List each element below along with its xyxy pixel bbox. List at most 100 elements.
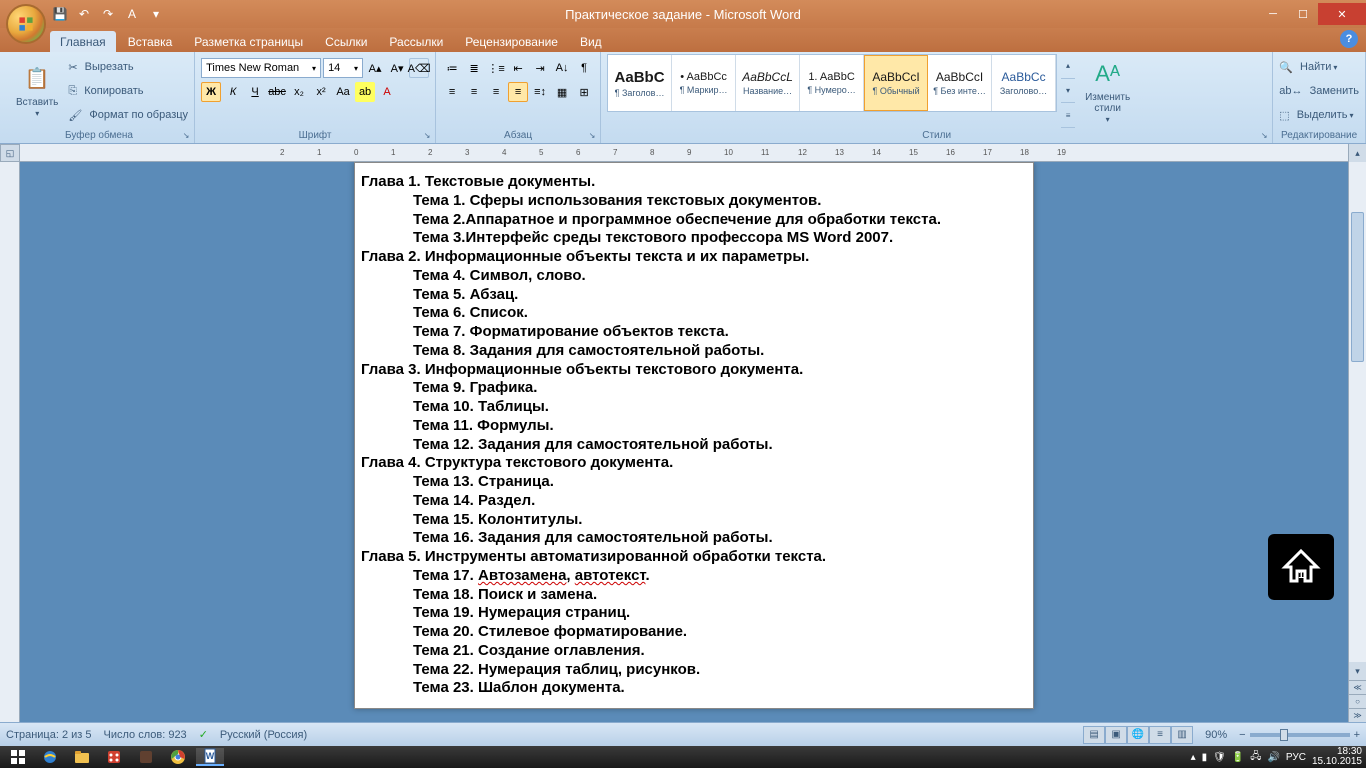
text-line[interactable]: Тема 14. Раздел. bbox=[361, 492, 1027, 511]
tab-review[interactable]: Рецензирование bbox=[455, 31, 568, 52]
style-item[interactable]: AaBbCcI¶ Без инте… bbox=[928, 55, 992, 111]
outline-view[interactable]: ≡ bbox=[1149, 726, 1171, 744]
status-language[interactable]: Русский (Россия) bbox=[220, 729, 307, 741]
tray-wifi-icon[interactable]: ▮ bbox=[1202, 752, 1208, 763]
redo-icon[interactable]: ↷ bbox=[98, 4, 118, 24]
subscript-button[interactable]: x₂ bbox=[289, 82, 309, 102]
tray-up-icon[interactable]: ▴ bbox=[1191, 752, 1196, 763]
document-area[interactable]: Глава 1. Текстовые документы.Тема 1. Сфе… bbox=[20, 162, 1348, 722]
style-item[interactable]: AaBbCcLНазвание… bbox=[736, 55, 800, 111]
text-line[interactable]: Глава 3. Информационные объекты текстово… bbox=[361, 361, 1027, 380]
align-center-button[interactable]: ≡ bbox=[464, 82, 484, 102]
bullets-button[interactable]: ≔ bbox=[442, 58, 462, 78]
gallery-up-icon[interactable]: ▴ bbox=[1061, 54, 1075, 79]
paragraph-dialog-launcher[interactable]: ↘ bbox=[586, 129, 598, 141]
vertical-scrollbar[interactable]: ▴ ▾ ≪ ○ ≫ bbox=[1348, 144, 1366, 722]
taskbar-explorer-icon[interactable] bbox=[68, 748, 96, 766]
font-size-select[interactable]: 14▾ bbox=[323, 58, 363, 78]
tray-icon1[interactable]: 🛡 bbox=[1213, 752, 1226, 763]
text-line[interactable]: Тема 16. Задания для самостоятельной раб… bbox=[361, 529, 1027, 548]
find-button[interactable]: 🔍 Найти ▾ bbox=[1279, 56, 1359, 78]
style-item[interactable]: AaBbC¶ Заголов… bbox=[608, 55, 672, 111]
cut-button[interactable]: ✂ Вырезать bbox=[68, 56, 188, 78]
text-line[interactable]: Тема 18. Поиск и замена. bbox=[361, 586, 1027, 605]
qat-more-icon[interactable]: ▾ bbox=[146, 4, 166, 24]
font-name-select[interactable]: Times New Roman▾ bbox=[201, 58, 321, 78]
text-line[interactable]: Тема 5. Абзац. bbox=[361, 286, 1027, 305]
print-layout-view[interactable]: ▤ bbox=[1083, 726, 1105, 744]
taskbar-app1-icon[interactable] bbox=[100, 748, 128, 766]
text-line[interactable]: Тема 17. Автозамена, автотекст. bbox=[361, 567, 1027, 586]
text-line[interactable]: Тема 11. Формулы. bbox=[361, 417, 1027, 436]
text-line[interactable]: Тема 9. Графика. bbox=[361, 379, 1027, 398]
text-line[interactable]: Тема 6. Список. bbox=[361, 304, 1027, 323]
horizontal-ruler[interactable]: 21012345678910111213141516171819 bbox=[20, 144, 1366, 162]
start-button[interactable] bbox=[4, 748, 32, 766]
tray-volume-icon[interactable]: 🔊 bbox=[1267, 752, 1279, 763]
help-button[interactable]: ? bbox=[1340, 30, 1358, 48]
tab-references[interactable]: Ссылки bbox=[315, 31, 377, 52]
next-page-icon[interactable]: ≫ bbox=[1349, 708, 1366, 722]
sort-button[interactable]: A↓ bbox=[552, 58, 572, 78]
scroll-thumb[interactable] bbox=[1351, 212, 1364, 362]
scroll-up-icon[interactable]: ▴ bbox=[1349, 144, 1366, 162]
taskbar-word-icon[interactable]: W bbox=[196, 748, 224, 766]
text-line[interactable]: Тема 7. Форматирование объектов текста. bbox=[361, 323, 1027, 342]
select-button[interactable]: ⬚ Выделить ▾ bbox=[1279, 104, 1359, 126]
gallery-down-icon[interactable]: ▾ bbox=[1061, 79, 1075, 104]
text-line[interactable]: Глава 2. Информационные объекты текста и… bbox=[361, 248, 1027, 267]
shading-button[interactable]: ▦ bbox=[552, 82, 572, 102]
quickprint-icon[interactable]: A bbox=[122, 4, 142, 24]
full-screen-view[interactable]: ▣ bbox=[1105, 726, 1127, 744]
text-line[interactable]: Тема 21. Создание оглавления. bbox=[361, 642, 1027, 661]
decrease-indent-button[interactable]: ⇤ bbox=[508, 58, 528, 78]
line-spacing-button[interactable]: ≡↕ bbox=[530, 82, 550, 102]
underline-button[interactable]: Ч bbox=[245, 82, 265, 102]
office-button[interactable] bbox=[6, 4, 46, 44]
style-item[interactable]: AaBbCcЗаголово… bbox=[992, 55, 1056, 111]
tab-home[interactable]: Главная bbox=[50, 31, 116, 52]
zoom-slider[interactable]: − + bbox=[1239, 729, 1360, 741]
scroll-track[interactable] bbox=[1349, 162, 1366, 662]
increase-indent-button[interactable]: ⇥ bbox=[530, 58, 550, 78]
text-line[interactable]: Глава 1. Текстовые документы. bbox=[361, 173, 1027, 192]
text-line[interactable]: Тема 22. Нумерация таблиц, рисунков. bbox=[361, 661, 1027, 680]
justify-button[interactable]: ≡ bbox=[508, 82, 528, 102]
zoom-level[interactable]: 90% bbox=[1205, 729, 1227, 741]
minimize-button[interactable]: ─ bbox=[1258, 3, 1288, 25]
copy-button[interactable]: ⎘ Копировать bbox=[68, 80, 188, 102]
home-overlay-badge[interactable]: 1 bbox=[1268, 534, 1334, 600]
text-line[interactable]: Тема 1. Сферы использования текстовых до… bbox=[361, 192, 1027, 211]
browse-object-icon[interactable]: ○ bbox=[1349, 694, 1366, 708]
ruler-corner[interactable]: ◱ bbox=[0, 144, 20, 162]
document-body[interactable]: Глава 1. Текстовые документы.Тема 1. Сфе… bbox=[355, 173, 1033, 698]
style-item[interactable]: • AaBbCc¶ Маркир… bbox=[672, 55, 736, 111]
show-marks-button[interactable]: ¶ bbox=[574, 58, 594, 78]
page[interactable]: Глава 1. Текстовые документы.Тема 1. Сфе… bbox=[354, 162, 1034, 709]
maximize-button[interactable]: ☐ bbox=[1288, 3, 1318, 25]
status-page[interactable]: Страница: 2 из 5 bbox=[6, 729, 92, 741]
text-line[interactable]: Тема 4. Символ, слово. bbox=[361, 267, 1027, 286]
tray-network-icon[interactable]: 🖧 bbox=[1250, 749, 1261, 766]
tab-view[interactable]: Вид bbox=[570, 31, 612, 52]
style-item[interactable]: AaBbCcI¶ Обычный bbox=[864, 55, 928, 111]
text-line[interactable]: Глава 4. Структура текстового документа. bbox=[361, 454, 1027, 473]
close-button[interactable]: ✕ bbox=[1318, 3, 1366, 25]
numbering-button[interactable]: ≣ bbox=[464, 58, 484, 78]
style-item[interactable]: 1. AaBbC¶ Нумеро… bbox=[800, 55, 864, 111]
gallery-more-icon[interactable]: ≡ bbox=[1061, 103, 1075, 128]
superscript-button[interactable]: x² bbox=[311, 82, 331, 102]
multilevel-button[interactable]: ⋮≡ bbox=[486, 58, 506, 78]
text-line[interactable]: Тема 19. Нумерация страниц. bbox=[361, 604, 1027, 623]
text-line[interactable]: Тема 3.Интерфейс среды текстового профес… bbox=[361, 229, 1027, 248]
tray-language[interactable]: РУС bbox=[1286, 752, 1306, 763]
change-case-button[interactable]: Aa bbox=[333, 82, 353, 102]
text-line[interactable]: Тема 10. Таблицы. bbox=[361, 398, 1027, 417]
grow-font-button[interactable]: A▴ bbox=[365, 58, 385, 78]
font-dialog-launcher[interactable]: ↘ bbox=[421, 129, 433, 141]
zoom-in-icon[interactable]: + bbox=[1354, 729, 1360, 741]
tray-clock[interactable]: 18:30 15.10.2015 bbox=[1312, 747, 1362, 767]
tray-battery-icon[interactable]: 🔋 bbox=[1232, 752, 1244, 763]
save-icon[interactable]: 💾 bbox=[50, 4, 70, 24]
shrink-font-button[interactable]: A▾ bbox=[387, 58, 407, 78]
